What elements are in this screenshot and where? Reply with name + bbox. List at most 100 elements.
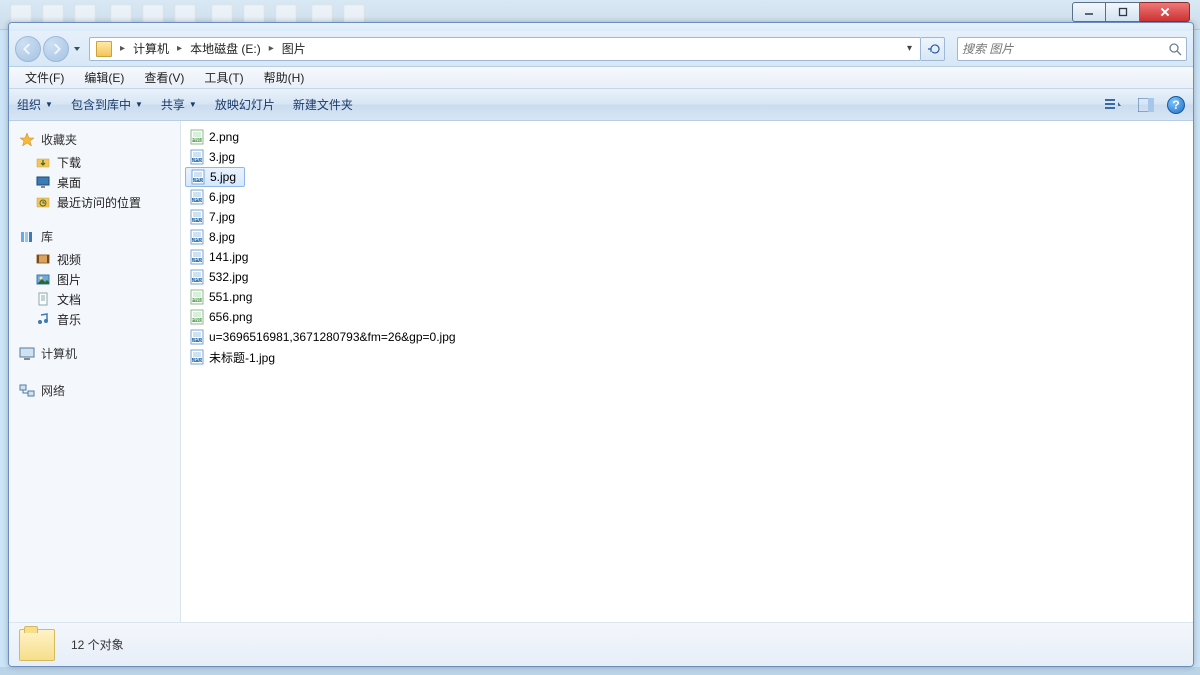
video-library-icon xyxy=(35,251,51,267)
search-icon xyxy=(1168,42,1182,56)
file-name: 656.png xyxy=(209,310,252,324)
svg-text:JPG: JPG xyxy=(192,198,202,204)
chevron-right-icon[interactable]: ▸ xyxy=(116,43,129,54)
chevron-right-icon[interactable]: ▸ xyxy=(265,43,278,54)
download-folder-icon xyxy=(35,154,51,170)
desktop-icon xyxy=(35,174,51,190)
music-library-icon xyxy=(35,311,51,327)
navigation-pane: 收藏夹 下载 桌面 最近访问的位置 库 xyxy=(9,121,181,622)
navigation-row: ▸ 计算机 ▸ 本地磁盘 (E:) ▸ 图片 ▾ xyxy=(9,31,1193,67)
sidebar-network-header[interactable]: 网络 xyxy=(9,380,180,403)
svg-text:JPG: JPG xyxy=(192,278,202,284)
title-gradient xyxy=(9,23,1193,31)
documents-library-icon xyxy=(35,291,51,307)
svg-text:JPG: JPG xyxy=(192,258,202,264)
include-in-library-button[interactable]: 包含到库中▼ xyxy=(71,96,143,113)
png-file-icon: PNG xyxy=(189,129,205,145)
menu-tools[interactable]: 工具(T) xyxy=(194,67,253,88)
breadcrumb-drive[interactable]: 本地磁盘 (E:) xyxy=(186,38,265,60)
refresh-button[interactable] xyxy=(921,37,945,61)
address-dropdown-icon[interactable]: ▾ xyxy=(901,43,918,54)
file-name: 8.jpg xyxy=(209,230,235,244)
organize-button[interactable]: 组织▼ xyxy=(17,96,53,113)
back-button[interactable] xyxy=(15,36,41,62)
computer-icon xyxy=(19,346,35,362)
file-item[interactable]: JPG 3.jpg xyxy=(185,147,239,167)
svg-text:PNG: PNG xyxy=(192,138,203,144)
star-icon xyxy=(19,132,35,148)
nav-history-dropdown[interactable] xyxy=(71,36,83,62)
file-name: 5.jpg xyxy=(210,170,236,184)
jpg-file-icon: JPG xyxy=(189,229,205,245)
jpg-file-icon: JPG xyxy=(189,249,205,265)
file-name: 141.jpg xyxy=(209,250,248,264)
breadcrumb-folder[interactable]: 图片 xyxy=(278,38,310,60)
menu-bar: 文件(F) 编辑(E) 查看(V) 工具(T) 帮助(H) xyxy=(9,67,1193,89)
maximize-button[interactable] xyxy=(1106,2,1140,22)
file-item[interactable]: JPG 未标题-1.jpg xyxy=(185,347,279,367)
network-icon xyxy=(19,383,35,399)
desktop-bottom xyxy=(0,667,1200,675)
slideshow-button[interactable]: 放映幻灯片 xyxy=(215,96,275,113)
file-item[interactable]: JPG 141.jpg xyxy=(185,247,252,267)
file-item[interactable]: PNG 2.png xyxy=(185,127,243,147)
sidebar-item-desktop[interactable]: 桌面 xyxy=(9,172,180,192)
chevron-right-icon[interactable]: ▸ xyxy=(173,43,186,54)
file-item[interactable]: JPG7.jpg xyxy=(185,207,239,227)
file-item[interactable]: JPG 8.jpg xyxy=(185,227,239,247)
file-list[interactable]: PNG2.pngJPG3.jpgJPG5.jpgJPG6.jpgJPG7.jpg… xyxy=(181,121,1193,622)
menu-edit[interactable]: 编辑(E) xyxy=(74,67,134,88)
search-box[interactable] xyxy=(957,37,1187,61)
pictures-library-icon xyxy=(35,271,51,287)
command-toolbar: 组织▼ 包含到库中▼ 共享▼ 放映幻灯片 新建文件夹 ? xyxy=(9,89,1193,121)
folder-icon xyxy=(96,41,112,57)
svg-text:JPG: JPG xyxy=(192,158,202,164)
sidebar-item-videos[interactable]: 视频 xyxy=(9,249,180,269)
recent-places-icon xyxy=(35,194,51,210)
svg-text:JPG: JPG xyxy=(192,358,202,364)
sidebar-item-music[interactable]: 音乐 xyxy=(9,309,180,329)
sidebar-item-documents[interactable]: 文档 xyxy=(9,289,180,309)
forward-button[interactable] xyxy=(43,36,69,62)
jpg-file-icon: JPG xyxy=(189,149,205,165)
file-item[interactable]: JPG u=3696516981,3671280793&fm=26&gp=0.jp… xyxy=(185,327,460,347)
sidebar-item-recent[interactable]: 最近访问的位置 xyxy=(9,192,180,212)
file-item[interactable]: JPG5.jpg xyxy=(185,167,245,187)
sidebar-item-downloads[interactable]: 下载 xyxy=(9,152,180,172)
svg-text:JPG: JPG xyxy=(192,238,202,244)
file-name: 2.png xyxy=(209,130,239,144)
file-name: 未标题-1.jpg xyxy=(209,349,275,366)
png-file-icon: PNG xyxy=(189,289,205,305)
sidebar-favorites-header[interactable]: 收藏夹 xyxy=(9,129,180,152)
menu-help[interactable]: 帮助(H) xyxy=(254,67,315,88)
jpg-file-icon: JPG xyxy=(189,209,205,225)
menu-view[interactable]: 查看(V) xyxy=(134,67,194,88)
menu-file[interactable]: 文件(F) xyxy=(15,67,74,88)
file-item[interactable]: JPG 6.jpg xyxy=(185,187,239,207)
search-input[interactable] xyxy=(962,42,1168,56)
jpg-file-icon: JPG xyxy=(189,329,205,345)
close-button[interactable] xyxy=(1140,2,1190,22)
file-item[interactable]: PNG551.png xyxy=(185,287,256,307)
preview-pane-button[interactable] xyxy=(1135,95,1157,115)
file-item[interactable]: PNG 656.png xyxy=(185,307,256,327)
svg-text:PNG: PNG xyxy=(192,318,203,324)
jpg-file-icon: JPG xyxy=(189,269,205,285)
new-folder-button[interactable]: 新建文件夹 xyxy=(293,96,353,113)
address-bar[interactable]: ▸ 计算机 ▸ 本地磁盘 (E:) ▸ 图片 ▾ xyxy=(89,37,921,61)
sidebar-libraries-header[interactable]: 库 xyxy=(9,226,180,249)
breadcrumb-computer[interactable]: 计算机 xyxy=(129,38,173,60)
file-name: 3.jpg xyxy=(209,150,235,164)
view-mode-button[interactable] xyxy=(1103,95,1125,115)
jpg-file-icon: JPG xyxy=(189,349,205,365)
minimize-button[interactable] xyxy=(1072,2,1106,22)
sidebar-item-pictures[interactable]: 图片 xyxy=(9,269,180,289)
status-folder-icon xyxy=(19,629,55,661)
help-button[interactable]: ? xyxy=(1167,96,1185,114)
file-name: u=3696516981,3671280793&fm=26&gp=0.jpg xyxy=(209,330,456,344)
file-name: 6.jpg xyxy=(209,190,235,204)
share-button[interactable]: 共享▼ xyxy=(161,96,197,113)
sidebar-computer-header[interactable]: 计算机 xyxy=(9,343,180,366)
file-item[interactable]: JPG532.jpg xyxy=(185,267,252,287)
status-text: 12 个对象 xyxy=(71,636,124,653)
